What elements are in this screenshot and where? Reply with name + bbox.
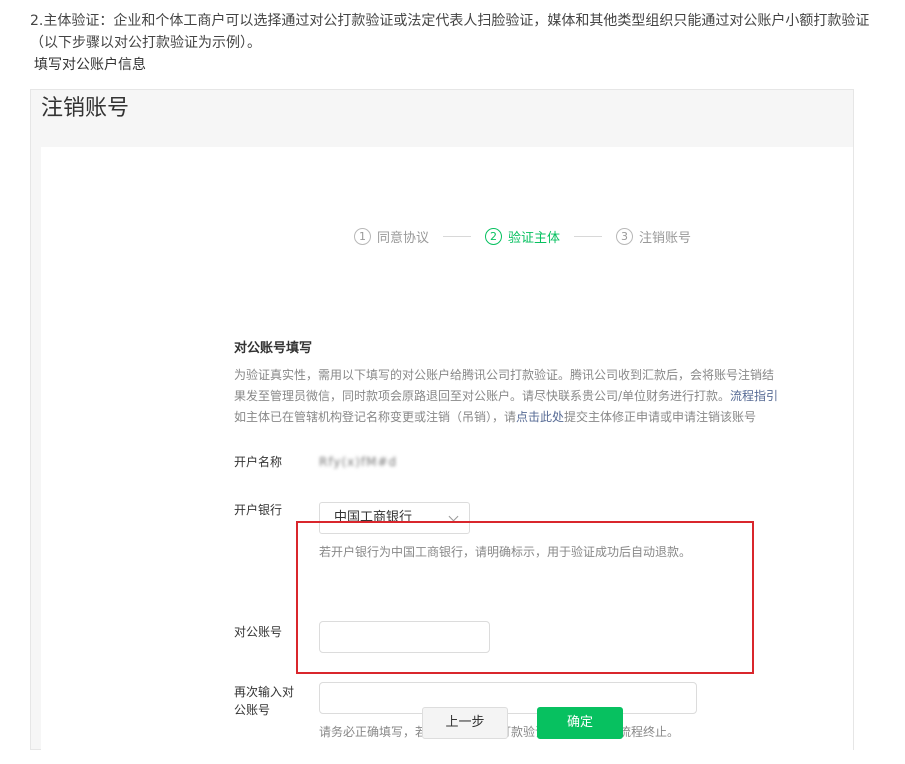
- reenter-label-line-1: 再次输入对: [234, 685, 295, 699]
- form-card: 1 同意协议 2 验证主体 3 注销账号 对公账号填写 为验证真实性，需用以下填…: [41, 147, 853, 750]
- account-number-input[interactable]: [319, 621, 490, 653]
- step-connector: [443, 236, 472, 237]
- step-2: 2 验证主体: [485, 227, 560, 246]
- step-1-label: 同意协议: [377, 231, 430, 246]
- step-3-number: 3: [616, 228, 634, 245]
- step-indicator: 1 同意协议 2 验证主体 3 注销账号: [354, 227, 691, 246]
- bank-select[interactable]: 中国工商银行: [319, 502, 470, 534]
- reenter-account-label: 再次输入对 公账号: [234, 683, 304, 719]
- desc-line-2-text: 果发至管理员微信，同时款项会原路退回至对公账户。请尽快联系贵公司/单位财务进行打…: [234, 389, 731, 403]
- account-name-label: 开户名称: [234, 455, 283, 469]
- desc-line-2: 果发至管理员微信，同时款项会原路退回至对公账户。请尽快联系贵公司/单位财务进行打…: [234, 386, 819, 407]
- chevron-down-icon: [448, 511, 459, 522]
- reenter-label-line-2: 公账号: [234, 703, 271, 717]
- desc-line-3-text: 如主体已在管辖机构登记名称变更或注销（吊销），请: [234, 410, 517, 424]
- step-3-label: 注销账号: [639, 231, 692, 246]
- process-guide-link[interactable]: 流程指引: [730, 389, 778, 403]
- step-connector: [574, 236, 603, 237]
- section-description: 为验证真实性，需用以下填写的对公账户给腾讯公司打款验证。腾讯公司收到汇款后，会将…: [234, 365, 819, 428]
- screenshot-frame: 注销账号 1 同意协议 2 验证主体 3 注销账号 对公账号填写 为验证真实性，…: [30, 89, 854, 750]
- account-name-value: Rfy(x)fM#d: [319, 455, 398, 469]
- step-1: 1 同意协议: [354, 227, 429, 246]
- step-2-number: 2: [485, 228, 503, 245]
- intro-text: 2.主体验证：企业和个体工商户可以选择通过对公打款验证或法定代表人扫脸验证，媒体…: [30, 10, 880, 76]
- bank-label: 开户银行: [234, 503, 283, 517]
- step-2-label: 验证主体: [508, 231, 561, 246]
- step-3: 3 注销账号: [616, 227, 691, 246]
- desc-line-3: 如主体已在管辖机构登记名称变更或注销（吊销），请点击此处提交主体修正申请或申请注…: [234, 407, 819, 428]
- page-title: 注销账号: [41, 96, 130, 121]
- confirm-button[interactable]: 确定: [537, 707, 623, 739]
- desc-line-3-tail: 提交主体修正申请或申请注销该账号: [564, 410, 757, 424]
- bank-select-value: 中国工商银行: [334, 510, 413, 525]
- account-number-label: 对公账号: [234, 625, 283, 639]
- intro-subtitle: 填写对公账户信息: [34, 57, 146, 73]
- step-1-number: 1: [354, 228, 371, 245]
- prev-step-button[interactable]: 上一步: [422, 707, 508, 739]
- section-title: 对公账号填写: [234, 341, 313, 356]
- intro-paragraph: 2.主体验证：企业和个体工商户可以选择通过对公打款验证或法定代表人扫脸验证，媒体…: [30, 13, 870, 51]
- bank-hint: 若开户银行为中国工商银行，请明确标示，用于验证成功后自动退款。: [319, 545, 692, 559]
- click-here-link[interactable]: 点击此处: [516, 410, 564, 424]
- reenter-account-input[interactable]: [319, 682, 697, 714]
- desc-line-1: 为验证真实性，需用以下填写的对公账户给腾讯公司打款验证。腾讯公司收到汇款后，会将…: [234, 368, 775, 382]
